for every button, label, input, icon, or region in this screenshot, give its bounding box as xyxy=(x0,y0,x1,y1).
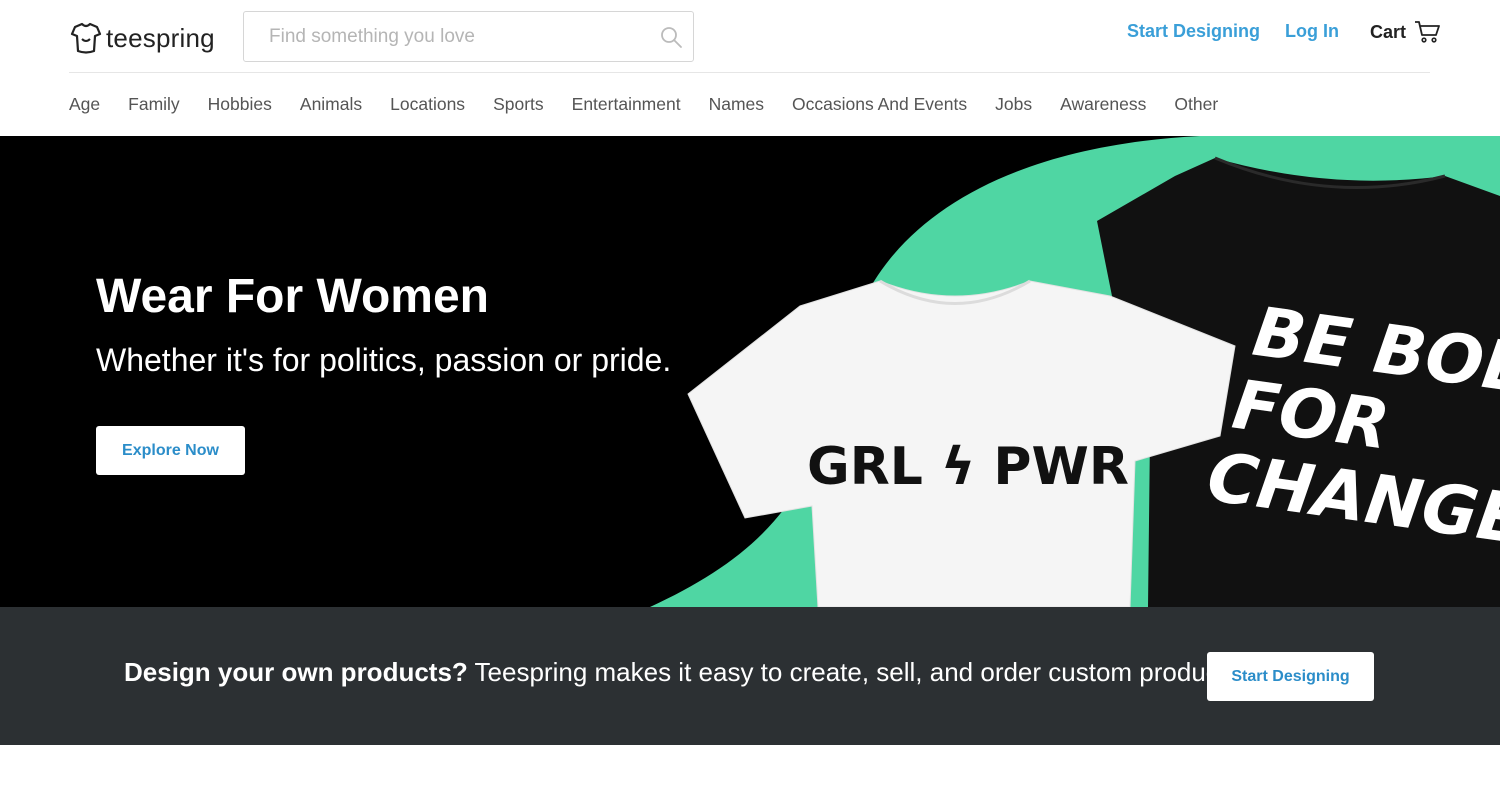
category-age[interactable]: Age xyxy=(69,94,100,115)
category-names[interactable]: Names xyxy=(709,94,764,115)
category-nav: Age Family Hobbies Animals Locations Spo… xyxy=(69,84,1218,124)
category-awareness[interactable]: Awareness xyxy=(1060,94,1146,115)
search-box[interactable] xyxy=(243,11,694,62)
hero-subtitle: Whether it's for politics, passion or pr… xyxy=(96,342,672,378)
category-hobbies[interactable]: Hobbies xyxy=(208,94,272,115)
banner-bold-text: Design your own products? xyxy=(124,657,468,687)
logo[interactable]: teespring xyxy=(69,20,215,56)
banner-text: Design your own products? Teespring make… xyxy=(124,657,1246,688)
category-other[interactable]: Other xyxy=(1174,94,1218,115)
hero-banner: BE BOLD FOR CHANGE GRL ϟ PWR Wear For Wo… xyxy=(0,136,1500,607)
category-entertainment[interactable]: Entertainment xyxy=(572,94,681,115)
start-designing-link[interactable]: Start Designing xyxy=(1127,21,1260,42)
logo-text: teespring xyxy=(106,22,215,53)
cart-label: Cart xyxy=(1370,21,1407,42)
explore-now-button[interactable]: Explore Now xyxy=(96,426,245,475)
tshirt-logo-icon xyxy=(70,22,102,54)
category-sports[interactable]: Sports xyxy=(493,94,544,115)
search-icon[interactable] xyxy=(659,25,683,49)
white-shirt-text: GRL ϟ PWR xyxy=(807,437,1129,497)
category-occasions-and-events[interactable]: Occasions And Events xyxy=(792,94,967,115)
header-divider xyxy=(69,72,1430,73)
category-animals[interactable]: Animals xyxy=(300,94,362,115)
category-locations[interactable]: Locations xyxy=(390,94,465,115)
log-in-link[interactable]: Log In xyxy=(1285,21,1339,42)
cart-icon xyxy=(1415,21,1440,43)
site-header: teespring Start Designing Log In Cart xyxy=(0,0,1500,72)
cart-button[interactable]: Cart xyxy=(1370,20,1440,44)
hero-title: Wear For Women xyxy=(96,270,489,323)
category-jobs[interactable]: Jobs xyxy=(995,94,1032,115)
design-cta-banner: Design your own products? Teespring make… xyxy=(0,607,1500,745)
search-input[interactable] xyxy=(244,12,644,61)
category-family[interactable]: Family xyxy=(128,94,180,115)
banner-body-text: Teespring makes it easy to create, sell,… xyxy=(467,657,1247,687)
start-designing-button[interactable]: Start Designing xyxy=(1207,652,1374,701)
